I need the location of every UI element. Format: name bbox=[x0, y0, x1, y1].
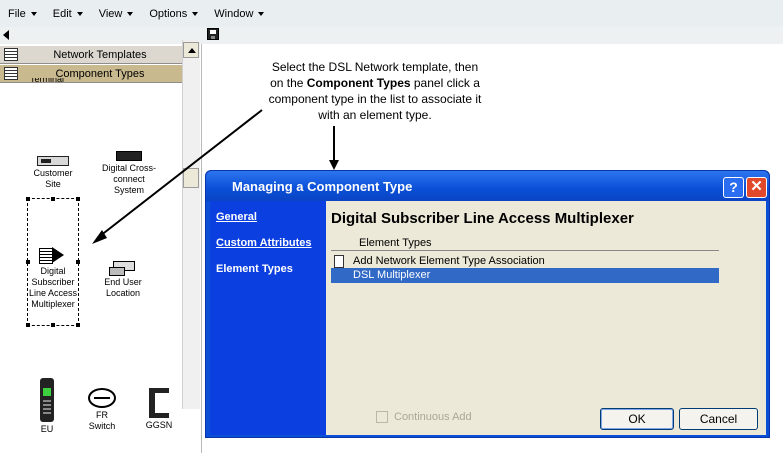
add-element-type-row[interactable]: Add Network Element Type Association bbox=[331, 254, 719, 269]
nav-general[interactable]: General bbox=[216, 211, 257, 223]
continuous-add-checkbox[interactable]: Continuous Add bbox=[376, 411, 472, 423]
dialog-titlebar[interactable]: Managing a Component Type ? ✕ bbox=[206, 171, 769, 201]
help-button[interactable]: ? bbox=[723, 177, 744, 198]
dialog-body: Digital Subscriber Line Access Multiplex… bbox=[326, 201, 766, 435]
element-types-header: Element Types bbox=[331, 236, 719, 251]
arrow-head-icon bbox=[329, 160, 339, 170]
component-type-title: Digital Subscriber Line Access Multiplex… bbox=[331, 210, 634, 227]
cancel-button[interactable]: Cancel bbox=[679, 408, 758, 430]
dialog-title: Managing a Component Type bbox=[232, 179, 413, 194]
ok-button[interactable]: OK bbox=[600, 408, 674, 430]
nav-element-types[interactable]: Element Types bbox=[216, 263, 293, 275]
element-type-row-selected[interactable]: DSL Multiplexer bbox=[331, 268, 719, 283]
managing-component-type-dialog: Managing a Component Type ? ✕ General Cu… bbox=[205, 170, 770, 438]
new-document-icon bbox=[334, 255, 344, 268]
close-button[interactable]: ✕ bbox=[746, 177, 767, 198]
nav-custom-attributes[interactable]: Custom Attributes bbox=[216, 237, 312, 249]
checkbox-icon bbox=[376, 411, 388, 423]
dialog-nav: General Custom Attributes Element Types bbox=[210, 201, 326, 435]
